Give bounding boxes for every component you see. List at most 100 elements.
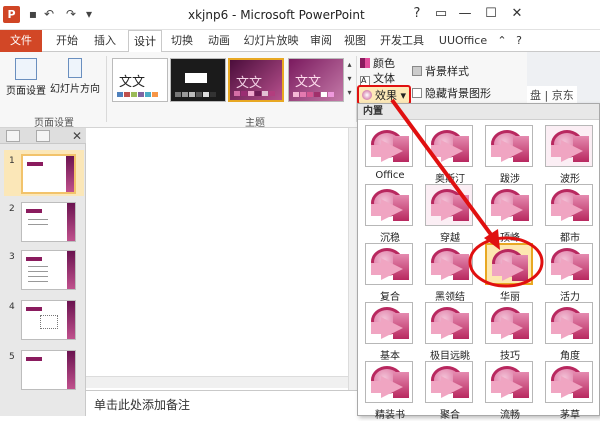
colors-button[interactable]: 颜色	[360, 55, 395, 71]
tab-file[interactable]: 文件	[0, 30, 42, 52]
effect-option[interactable]: 角度	[540, 299, 600, 362]
slide-number: 5	[9, 352, 15, 362]
effect-option[interactable]: 精装书	[360, 358, 420, 421]
tab-uuoffice[interactable]: UUOffice	[434, 30, 492, 52]
background-styles-button[interactable]: 背景样式	[412, 63, 469, 79]
tab-animations[interactable]: 动画	[202, 30, 236, 52]
effect-arrow-head	[381, 199, 403, 221]
theme-selected-purple[interactable]: 文文	[228, 58, 284, 102]
effect-arrow-head	[441, 317, 463, 339]
effect-option[interactable]: 都市	[540, 181, 600, 244]
slide-thumbnail-5[interactable]	[21, 350, 76, 390]
fonts-button[interactable]: A 文体	[360, 70, 395, 86]
slides-tab[interactable]	[6, 130, 20, 142]
chevron-up-icon[interactable]: ⌃	[496, 30, 508, 52]
theme-color-bar	[175, 92, 216, 97]
slide-thumbnail-2[interactable]	[21, 202, 76, 242]
slide-thumbnail-3[interactable]	[21, 250, 76, 290]
effect-arrow-head	[501, 317, 523, 339]
thumb-accent	[67, 203, 75, 241]
tab-review[interactable]: 审阅	[306, 30, 336, 52]
effects-button[interactable]: 效果 ▾	[357, 85, 412, 105]
thumb-accent	[67, 251, 75, 289]
outline-tab[interactable]	[36, 130, 50, 142]
divider	[106, 56, 107, 122]
effect-option[interactable]: 极目远眺	[420, 299, 480, 362]
effect-label: Office	[375, 170, 405, 181]
effect-arrow-head	[381, 140, 403, 162]
tab-developer[interactable]: 开发工具	[374, 30, 430, 52]
effect-option[interactable]: 波形	[540, 122, 600, 185]
thumb-text-line	[28, 281, 48, 282]
tab-transitions[interactable]: 切换	[166, 30, 198, 52]
theme-gallery-scroll[interactable]: ▴ ▾ ▾	[345, 58, 354, 102]
slide-orientation-button[interactable]: 幻灯片方向	[48, 58, 102, 95]
effect-option[interactable]: Office	[360, 122, 420, 184]
effect-arrow-head	[441, 140, 463, 162]
effect-option[interactable]: 沉稳	[360, 181, 420, 244]
effect-option[interactable]: 流畅	[480, 358, 540, 421]
close-icon[interactable]: ✕	[70, 128, 84, 144]
thumb-text-line	[28, 224, 48, 225]
ribbon-tabs: 文件 开始 插入 设计 切换 动画 幻灯片放映 审阅 视图 开发工具 UUOff…	[0, 30, 600, 53]
effect-option[interactable]: 跋涉	[480, 122, 540, 185]
notes-pane[interactable]: 单击此处添加备注	[86, 390, 360, 416]
effect-label: 流畅	[500, 410, 520, 421]
background-window-text: 盘 | 京东	[527, 86, 577, 104]
slide-thumbnail-1[interactable]	[21, 154, 76, 194]
colors-icon	[360, 58, 370, 68]
title-bar: P ▪ ↶ ↷ ▾ xkjnp6 - Microsoft PowerPoint …	[0, 0, 600, 30]
help-circle-icon[interactable]: ?	[512, 30, 526, 52]
thumb-text-line	[28, 219, 48, 220]
theme-magenta[interactable]: 文文	[288, 58, 344, 102]
horizontal-scrollbar[interactable]	[86, 376, 348, 388]
effect-option[interactable]: 基本	[360, 299, 420, 362]
tab-home[interactable]: 开始	[50, 30, 84, 52]
effect-option[interactable]: 茅草	[540, 358, 600, 421]
effect-option[interactable]: 黑领结	[420, 240, 480, 303]
thumb-accent	[67, 351, 75, 389]
effect-option[interactable]: 活力	[540, 240, 600, 303]
effect-arrow-head	[501, 376, 523, 398]
save-icon[interactable]: ▪	[26, 6, 40, 22]
effect-option[interactable]: 顶峰	[480, 181, 540, 244]
help-icon[interactable]: ?	[404, 4, 430, 24]
effect-arrow-head	[381, 376, 403, 398]
effect-preview	[425, 243, 473, 285]
slide-number: 3	[9, 252, 15, 262]
maximize-button[interactable]: ☐	[478, 4, 504, 24]
redo-icon[interactable]: ↷	[64, 6, 78, 22]
ribbon-display-options-icon[interactable]: ▭	[428, 4, 454, 24]
tab-slideshow[interactable]: 幻灯片放映	[240, 30, 302, 52]
effect-option[interactable]: 穿越	[420, 181, 480, 244]
undo-icon[interactable]: ↶	[42, 6, 56, 22]
effect-option[interactable]: 复合	[360, 240, 420, 303]
effect-option[interactable]: 技巧	[480, 299, 540, 362]
theme-dark[interactable]	[170, 58, 226, 102]
effect-arrow-head	[381, 258, 403, 280]
effect-option[interactable]: 华丽	[480, 240, 540, 303]
effect-preview	[545, 361, 593, 403]
thumb-text-line	[28, 271, 48, 272]
slide-orientation-icon	[68, 58, 82, 78]
effect-option[interactable]: 聚合	[420, 358, 480, 421]
page-setup-icon	[15, 58, 37, 80]
slide-thumbnail-4[interactable]	[21, 300, 76, 340]
customize-quick-access-icon[interactable]: ▾	[82, 6, 96, 22]
slide-number: 1	[9, 156, 15, 166]
minimize-button[interactable]: —	[452, 4, 478, 24]
tab-view[interactable]: 视图	[340, 30, 370, 52]
effect-option[interactable]: 奥斯汀	[420, 122, 480, 185]
theme-color-bar	[117, 92, 158, 97]
effect-arrow-head	[381, 317, 403, 339]
theme-office[interactable]: 文文	[112, 58, 168, 102]
effect-label: 茅草	[560, 410, 580, 421]
tab-design[interactable]: 设计	[128, 30, 162, 53]
page-setup-button[interactable]: 页面设置	[4, 58, 48, 97]
close-button[interactable]: ✕	[504, 4, 530, 24]
page-setup-group-label: 页面设置	[34, 118, 74, 129]
powerpoint-app-icon[interactable]: P	[3, 6, 20, 23]
hide-background-checkbox[interactable]: 隐藏背景图形	[412, 85, 491, 101]
tab-insert[interactable]: 插入	[88, 30, 122, 52]
slide-canvas[interactable]	[86, 128, 348, 388]
